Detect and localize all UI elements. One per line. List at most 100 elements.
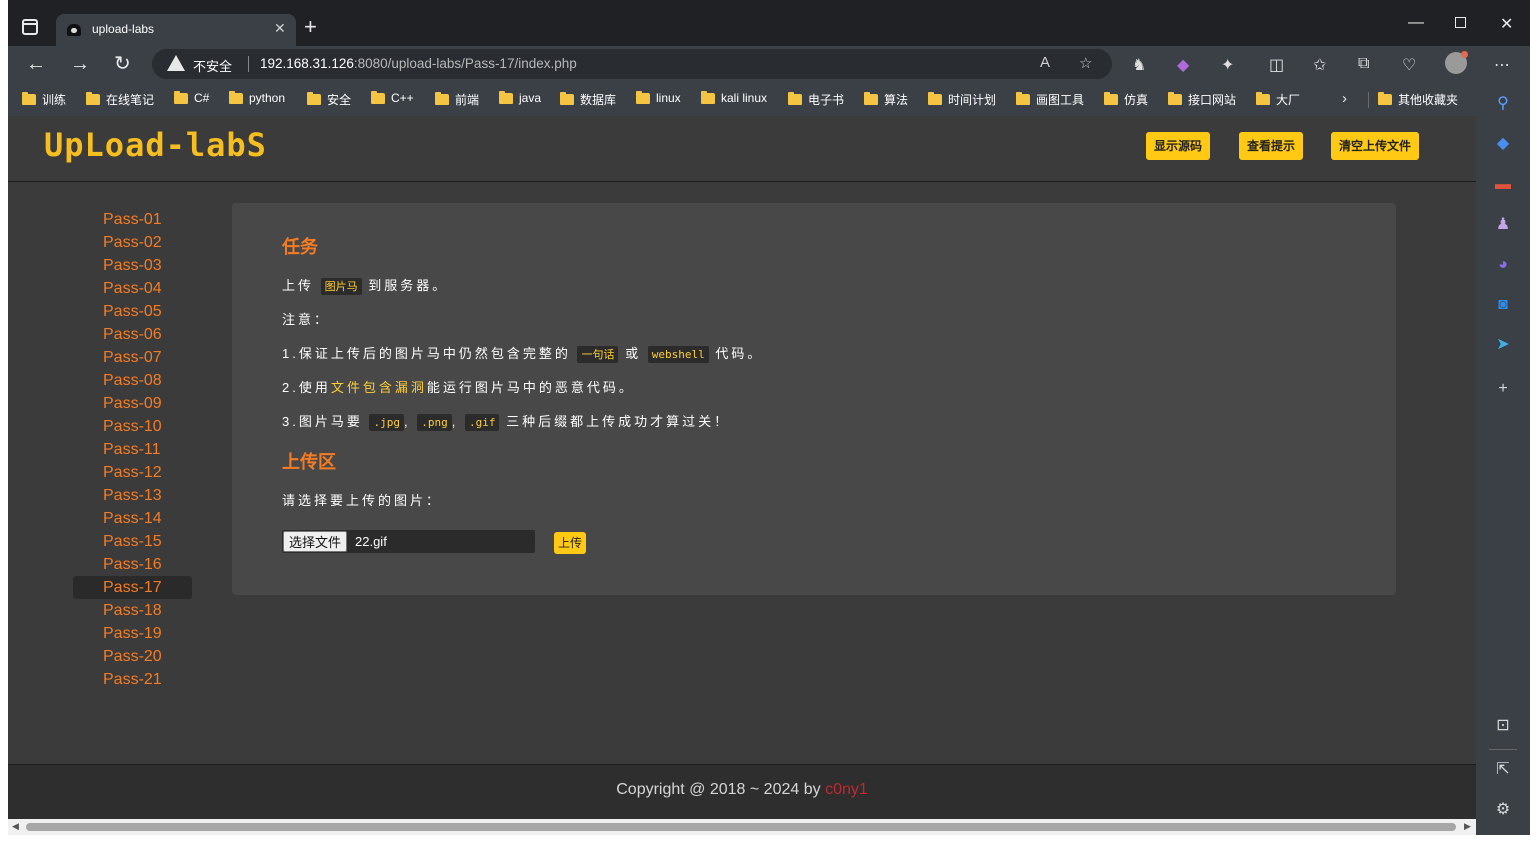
favorite-star-icon[interactable]: ☆: [1079, 54, 1092, 72]
scroll-left-icon[interactable]: ◀: [12, 821, 19, 832]
task-text: 3.图片马要: [282, 414, 363, 429]
bookmark-label: C#: [194, 91, 210, 105]
address-bar[interactable]: 不安全 192.168.31.126:8080/upload-labs/Pass…: [152, 49, 1112, 79]
minimize-icon[interactable]: —: [1408, 14, 1424, 32]
nav-item-pass-06[interactable]: Pass-06: [73, 323, 192, 346]
bookmark-folder[interactable]: 安全: [307, 91, 351, 108]
copilot-icon[interactable]: ◕: [1493, 255, 1513, 275]
nav-item-pass-15[interactable]: Pass-15: [73, 530, 192, 553]
outlook-icon[interactable]: ◙: [1493, 295, 1513, 315]
nav-item-pass-20[interactable]: Pass-20: [73, 645, 192, 668]
nav-item-pass-16[interactable]: Pass-16: [73, 553, 192, 576]
close-tab-icon[interactable]: ✕: [274, 20, 286, 37]
read-aloud-icon[interactable]: A: [1040, 54, 1050, 71]
settings-gear-icon[interactable]: ⚙: [1493, 800, 1513, 820]
send-paper-plane-icon[interactable]: ➤: [1493, 335, 1513, 355]
bookmark-folder[interactable]: 数据库: [560, 91, 616, 108]
new-tab-icon[interactable]: +: [304, 16, 317, 38]
nav-item-pass-19[interactable]: Pass-19: [73, 622, 192, 645]
nav-item-pass-07[interactable]: Pass-07: [73, 346, 192, 369]
nav-item-pass-09[interactable]: Pass-09: [73, 392, 192, 415]
content-panel: 任务 上传 图片马 到服务器。 注意： 1.保证上传后的图片马中仍然包含完整的 …: [232, 203, 1396, 595]
browser-tab[interactable]: upload-labs ✕: [56, 14, 296, 46]
tab-actions-icon[interactable]: [22, 19, 38, 35]
more-menu-icon[interactable]: ⋯: [1494, 55, 1510, 75]
collections-icon[interactable]: ⧉: [1358, 55, 1369, 73]
highlight-text: 文件包含漏洞: [330, 380, 427, 395]
show-hint-button[interactable]: 查看提示: [1239, 132, 1304, 160]
collections-purple-icon[interactable]: ◆: [1177, 55, 1189, 75]
screenshot-icon[interactable]: ⊡: [1493, 716, 1513, 736]
nav-item-pass-17[interactable]: Pass-17: [73, 576, 192, 599]
file-input[interactable]: 选择文件 22.gif: [282, 530, 535, 553]
nav-item-pass-18[interactable]: Pass-18: [73, 599, 192, 622]
bookmark-label: java: [519, 91, 542, 105]
bookmark-folder[interactable]: 在线笔记: [86, 91, 154, 108]
maximize-icon[interactable]: [1455, 17, 1466, 28]
nav-item-pass-21[interactable]: Pass-21: [73, 668, 192, 691]
nav-item-pass-03[interactable]: Pass-03: [73, 254, 192, 277]
bookmark-folder[interactable]: C++: [371, 90, 414, 105]
bookmark-folder[interactable]: 仿真: [1104, 91, 1148, 108]
choose-file-button[interactable]: 选择文件: [283, 531, 348, 552]
performance-icon[interactable]: ♡: [1402, 55, 1416, 75]
reload-icon[interactable]: ↻: [114, 53, 131, 75]
close-window-icon[interactable]: ✕: [1500, 14, 1513, 34]
nav-item-pass-01[interactable]: Pass-01: [73, 208, 192, 231]
chevron-right-icon[interactable]: ›: [1342, 90, 1347, 107]
nav-item-pass-02[interactable]: Pass-02: [73, 231, 192, 254]
scrollbar-thumb[interactable]: [26, 823, 1456, 831]
bookmark-folder[interactable]: kali linux: [701, 90, 768, 105]
favorites-icon[interactable]: ✩: [1313, 55, 1326, 75]
scroll-right-icon[interactable]: ▶: [1464, 821, 1471, 832]
search-icon[interactable]: ⚲: [1493, 94, 1513, 114]
note-label: 注意：: [282, 312, 331, 327]
bookmark-folder[interactable]: 电子书: [788, 91, 844, 108]
forward-icon[interactable]: →: [70, 53, 90, 75]
back-icon[interactable]: ←: [26, 53, 46, 75]
bookmark-label: kali linux: [721, 91, 768, 105]
bookmark-folder[interactable]: 前端: [435, 91, 479, 108]
folder-icon: [371, 90, 385, 104]
show-source-button[interactable]: 显示源码: [1146, 132, 1211, 160]
security-label[interactable]: 不安全: [193, 56, 232, 75]
horizontal-scrollbar[interactable]: ◀ ▶: [8, 819, 1476, 835]
nav-item-pass-13[interactable]: Pass-13: [73, 484, 192, 507]
author-link[interactable]: c0ny1: [825, 781, 868, 798]
bookmark-folder[interactable]: 大厂: [1256, 91, 1300, 108]
other-bookmarks[interactable]: 其他收藏夹: [1378, 91, 1458, 108]
task-text: 到服务器。: [368, 278, 449, 293]
add-icon[interactable]: +: [1493, 379, 1513, 399]
clear-uploads-button[interactable]: 清空上传文件: [1331, 132, 1420, 160]
shopping-tag-icon[interactable]: ◆: [1493, 134, 1513, 154]
code-snippet: 一句话: [577, 346, 619, 363]
profile-avatar[interactable]: [1445, 51, 1468, 74]
task-text: ,: [451, 414, 459, 429]
url-text[interactable]: 192.168.31.126:8080/upload-labs/Pass-17/…: [260, 56, 577, 71]
bookmark-folder[interactable]: python: [229, 90, 285, 105]
nav-item-pass-12[interactable]: Pass-12: [73, 461, 192, 484]
nav-item-pass-08[interactable]: Pass-08: [73, 369, 192, 392]
split-screen-icon[interactable]: ◫: [1269, 55, 1284, 75]
games-icon[interactable]: ♟: [1493, 215, 1513, 235]
nav-item-pass-05[interactable]: Pass-05: [73, 300, 192, 323]
bookmark-folder[interactable]: 画图工具: [1016, 91, 1084, 108]
extension-icon[interactable]: ♞: [1132, 55, 1146, 75]
bookmark-folder[interactable]: java: [499, 90, 542, 105]
extensions-puzzle-icon[interactable]: ✦: [1221, 55, 1234, 75]
tools-briefcase-icon[interactable]: ▬: [1493, 175, 1513, 195]
warning-icon[interactable]: [167, 55, 185, 71]
nav-item-pass-14[interactable]: Pass-14: [73, 507, 192, 530]
bookmark-folder[interactable]: 接口网站: [1168, 91, 1236, 108]
nav-item-pass-11[interactable]: Pass-11: [73, 438, 192, 461]
bookmark-folder[interactable]: C#: [174, 90, 210, 105]
bookmark-folder[interactable]: 时间计划: [928, 91, 996, 108]
bookmark-folder[interactable]: 算法: [864, 91, 908, 108]
bookmarks-bar: 训练 在线笔记 C# python 安全 C++ 前端 java 数据库 lin…: [8, 84, 1476, 116]
bookmark-folder[interactable]: 训练: [22, 91, 66, 108]
open-external-icon[interactable]: ⇱: [1493, 760, 1513, 780]
upload-button[interactable]: 上传: [554, 532, 587, 554]
bookmark-folder[interactable]: linux: [636, 90, 681, 105]
nav-item-pass-10[interactable]: Pass-10: [73, 415, 192, 438]
nav-item-pass-04[interactable]: Pass-04: [73, 277, 192, 300]
